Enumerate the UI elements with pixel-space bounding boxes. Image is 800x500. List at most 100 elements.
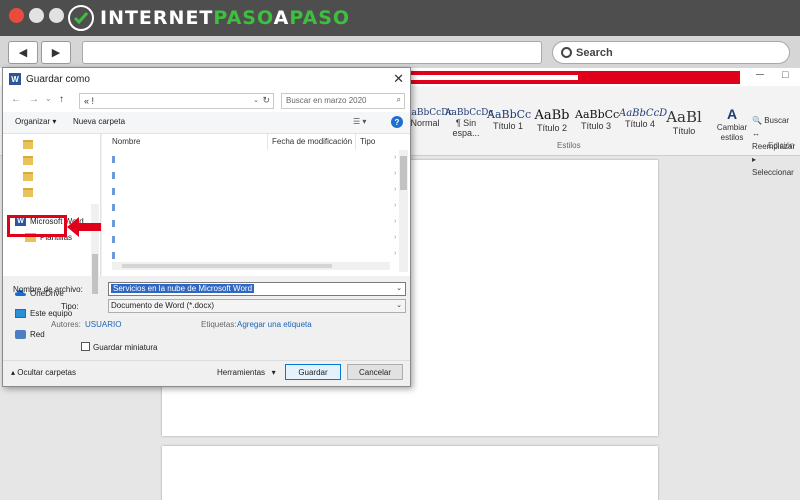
- back-arrow-icon[interactable]: ←: [11, 94, 21, 105]
- view-options-icon[interactable]: ☰ ▾: [353, 117, 366, 126]
- style-titulo-1[interactable]: AaBbCc Título 1: [487, 108, 531, 136]
- browser-search-box[interactable]: Search: [552, 41, 790, 64]
- organize-menu[interactable]: Organizar ▾: [15, 117, 56, 126]
- chevron-down-icon[interactable]: ⌄: [45, 94, 52, 103]
- dialog-title: Guardar como: [26, 73, 90, 85]
- file-icon[interactable]: [112, 236, 115, 243]
- back-arrow-icon: ◀: [18, 47, 28, 59]
- file-icon[interactable]: [112, 220, 115, 227]
- file-list-hscroll[interactable]: [112, 262, 390, 270]
- style-normal[interactable]: AaBbCcDc Normal: [405, 108, 453, 136]
- close-window-dot[interactable]: [9, 8, 24, 23]
- onedrive-highlight-box: [7, 215, 67, 237]
- site-logo: INTERNETPASOAPASO: [68, 5, 350, 31]
- column-header-type[interactable]: Tipo: [360, 137, 375, 146]
- chevron-right-icon: ›: [394, 170, 397, 177]
- file-icon[interactable]: [112, 156, 115, 163]
- tools-menu[interactable]: Herramientas ▾: [217, 368, 276, 377]
- save-thumbnail-label[interactable]: Guardar miniatura: [93, 343, 157, 352]
- dialog-titlebar: W Guardar como ✕: [3, 68, 410, 90]
- file-icon[interactable]: [112, 188, 115, 195]
- save-button[interactable]: Guardar: [285, 364, 341, 380]
- browser-toolbar: ◀ ▶ Search: [0, 36, 800, 68]
- change-styles-button[interactable]: A Cambiar estilos: [712, 106, 752, 142]
- group-label-styles: Estilos: [557, 141, 581, 150]
- style-sin-espaciado[interactable]: AaBbCcDc ¶ Sin espa...: [445, 108, 493, 138]
- chevron-right-icon: ›: [394, 186, 397, 193]
- file-icon[interactable]: [112, 204, 115, 211]
- forward-arrow-icon[interactable]: →: [29, 94, 39, 105]
- folder-search-input[interactable]: Buscar en marzo 2020 ⌕: [281, 93, 405, 109]
- close-icon[interactable]: ✕: [393, 71, 404, 87]
- edit-group: 🔍 Buscar ↔ Reemplazar ▸ Seleccionar: [752, 114, 800, 179]
- url-bar[interactable]: [82, 41, 542, 64]
- search-icon: ⌕: [396, 95, 401, 104]
- style-titulo[interactable]: AaBl Título: [663, 108, 705, 136]
- file-list[interactable]: Nombre Fecha de modificación Tipo › › › …: [102, 134, 410, 276]
- browser-titlebar: INTERNETPASOAPASO: [0, 0, 800, 36]
- file-icon[interactable]: [112, 172, 115, 179]
- file-type-select[interactable]: Documento de Word (*.docx) ⌄: [108, 299, 406, 313]
- forward-button[interactable]: ▶: [41, 41, 71, 64]
- chevron-down-icon[interactable]: ⌄: [396, 284, 402, 292]
- address-bar[interactable]: « ! ⌄ ↻: [79, 93, 274, 109]
- chevron-down-icon[interactable]: ⌄: [396, 301, 402, 309]
- authors-label: Autores:: [51, 320, 81, 329]
- filename-label: Nombre de archivo:: [13, 285, 83, 294]
- minimize-window-dot[interactable]: [29, 8, 44, 23]
- chevron-down-icon[interactable]: ⌄: [253, 96, 259, 104]
- type-label: Tipo:: [61, 302, 79, 311]
- select-button[interactable]: ▸ Seleccionar: [752, 153, 800, 179]
- style-titulo-4[interactable]: AaBbCcD Título 4: [619, 108, 667, 136]
- address-row: ← → ⌄ ↑ « ! ⌄ ↻ Buscar en marzo 2020 ⌕: [3, 90, 410, 112]
- search-icon: [561, 47, 572, 58]
- word-app-icon: W: [9, 73, 21, 85]
- site-name: INTERNETPASOAPASO: [100, 7, 351, 29]
- file-icon[interactable]: [112, 252, 115, 259]
- maximize-window-dot[interactable]: [49, 8, 64, 23]
- add-tag-link[interactable]: Agregar una etiqueta: [237, 320, 312, 329]
- checkmark-logo-icon: [68, 5, 94, 31]
- forward-arrow-icon: ▶: [51, 47, 61, 59]
- replace-button[interactable]: ↔ Reemplazar: [752, 127, 800, 153]
- minimize-icon[interactable]: ─: [756, 69, 764, 81]
- redacted-title: [400, 71, 740, 84]
- dialog-toolbar: Organizar ▾ Nueva carpeta ☰ ▾ ?: [3, 112, 410, 134]
- authors-value[interactable]: USUARIO: [85, 320, 121, 329]
- new-folder-button[interactable]: Nueva carpeta: [73, 117, 125, 126]
- up-arrow-icon[interactable]: ↑: [59, 94, 64, 105]
- styles-icon: A: [726, 106, 738, 122]
- refresh-icon[interactable]: ↻: [262, 95, 270, 106]
- folder-icon[interactable]: [23, 172, 33, 181]
- style-titulo-3[interactable]: AaBbCc Título 3: [575, 108, 619, 136]
- save-as-dialog: W Guardar como ✕ ← → ⌄ ↑ « ! ⌄ ↻ Buscar …: [2, 67, 411, 387]
- filename-input[interactable]: Servicios en la nube de Microsoft Word ⌄: [108, 282, 406, 296]
- folder-icon[interactable]: [23, 188, 33, 197]
- chevron-right-icon: ›: [394, 250, 397, 257]
- navigation-pane: W Microsoft Word Plantillas OneDrive Est…: [3, 134, 101, 339]
- document-page-2[interactable]: [162, 446, 658, 500]
- chevron-right-icon: ›: [394, 218, 397, 225]
- column-header-name[interactable]: Nombre: [112, 137, 140, 146]
- chevron-right-icon: ›: [394, 234, 397, 241]
- nav-item-red[interactable]: Red: [15, 330, 45, 339]
- find-button[interactable]: 🔍 Buscar: [752, 114, 800, 127]
- save-thumbnail-checkbox[interactable]: [81, 342, 90, 351]
- folder-icon[interactable]: [23, 156, 33, 165]
- cancel-button[interactable]: Cancelar: [347, 364, 403, 380]
- chevron-right-icon: ›: [394, 154, 397, 161]
- folder-icon[interactable]: [23, 140, 33, 149]
- red-pointer-arrow-icon: [67, 217, 101, 237]
- computer-icon: [15, 309, 26, 318]
- file-list-vscroll[interactable]: [399, 150, 408, 272]
- network-icon: [15, 330, 26, 339]
- tags-label: Etiquetas:: [201, 320, 237, 329]
- chevron-up-icon: ▴: [11, 368, 16, 377]
- column-header-date[interactable]: Fecha de modificación: [272, 137, 352, 146]
- style-titulo-2[interactable]: AaBb Título 2: [531, 108, 573, 136]
- help-icon[interactable]: ?: [391, 116, 403, 128]
- hide-folders-toggle[interactable]: ▴ Ocultar carpetas: [11, 368, 76, 377]
- chevron-right-icon: ›: [394, 202, 397, 209]
- back-button[interactable]: ◀: [8, 41, 38, 64]
- restore-icon[interactable]: □: [782, 69, 789, 81]
